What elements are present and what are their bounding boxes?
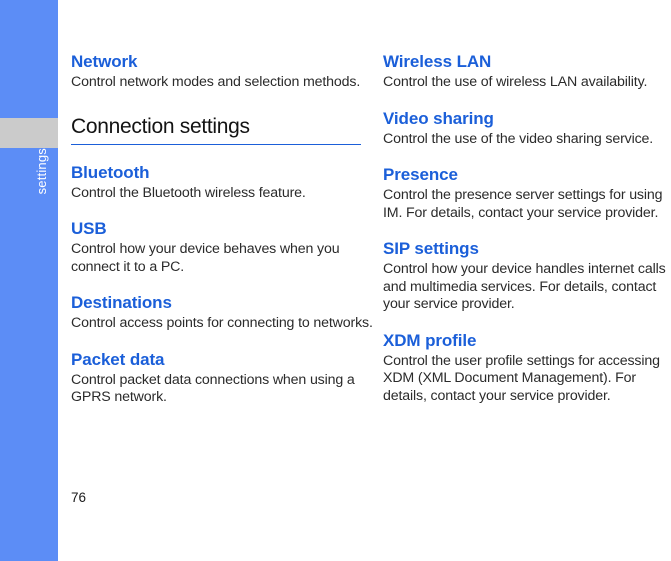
section-tab-label: settings <box>0 148 58 238</box>
entry-body: Control the use of wireless LAN availabi… <box>383 74 648 90</box>
entry-sip-settings: SIP settings Control how your device han… <box>383 239 671 314</box>
entry-network: Network Control network modes and select… <box>71 52 376 92</box>
entry-body: Control how your device behaves when you… <box>71 241 340 275</box>
entry-xdm-profile: XDM profile Control the user profile set… <box>383 331 671 406</box>
entry-body: Control the user profile settings for ac… <box>383 352 660 404</box>
section-connection-settings: Connection settings Bluetooth Control th… <box>71 114 376 407</box>
entry-title: Destinations <box>71 293 172 312</box>
entry-destinations: Destinations Control access points for c… <box>71 293 376 333</box>
entry-body: Control the presence server settings for… <box>383 187 663 221</box>
entry-usb: USB Control how your device behaves when… <box>71 219 376 276</box>
entry-video-sharing: Video sharing Control the use of the vid… <box>383 109 671 149</box>
page-number: 76 <box>71 490 87 505</box>
entry-presence: Presence Control the presence server set… <box>383 165 671 222</box>
entry-bluetooth: Bluetooth Control the Bluetooth wireless… <box>71 163 376 203</box>
entry-body: Control the Bluetooth wireless feature. <box>71 184 306 201</box>
section-tab-notch <box>0 118 58 148</box>
page-content: Network Control network modes and select… <box>58 0 671 561</box>
entry-body: Control packet data connections when usi… <box>71 371 355 406</box>
entry-title: Presence <box>383 165 458 184</box>
entry-title: XDM profile <box>383 330 477 350</box>
entry-title: Video sharing <box>383 108 494 128</box>
entry-body: Control network modes and selection meth… <box>71 74 361 90</box>
left-column: Network Control network modes and select… <box>71 52 376 407</box>
entry-title: Wireless LAN <box>383 52 492 71</box>
entry-title: Network <box>71 52 138 71</box>
entry-body: Control how your device handles internet… <box>383 261 666 312</box>
entry-packet-data: Packet data Control packet data connecti… <box>71 350 376 407</box>
right-column: Wireless LAN Control the use of wireless… <box>383 52 671 405</box>
manual-page: settings Network Control network modes a… <box>0 0 671 561</box>
section-tab-rail: settings <box>0 0 58 561</box>
entry-title: Bluetooth <box>71 162 150 182</box>
section-tab-label-text: settings <box>34 148 49 195</box>
entry-wireless-lan: Wireless LAN Control the use of wireless… <box>383 52 671 92</box>
entry-title: SIP settings <box>383 239 479 258</box>
entry-body: Control the use of the video sharing ser… <box>383 130 654 147</box>
entry-body: Control access points for connecting to … <box>71 315 373 331</box>
section-heading-text: Connection settings <box>71 114 250 138</box>
entry-title: Packet data <box>71 349 165 369</box>
section-heading: Connection settings <box>71 114 361 145</box>
entry-title: USB <box>71 219 107 238</box>
